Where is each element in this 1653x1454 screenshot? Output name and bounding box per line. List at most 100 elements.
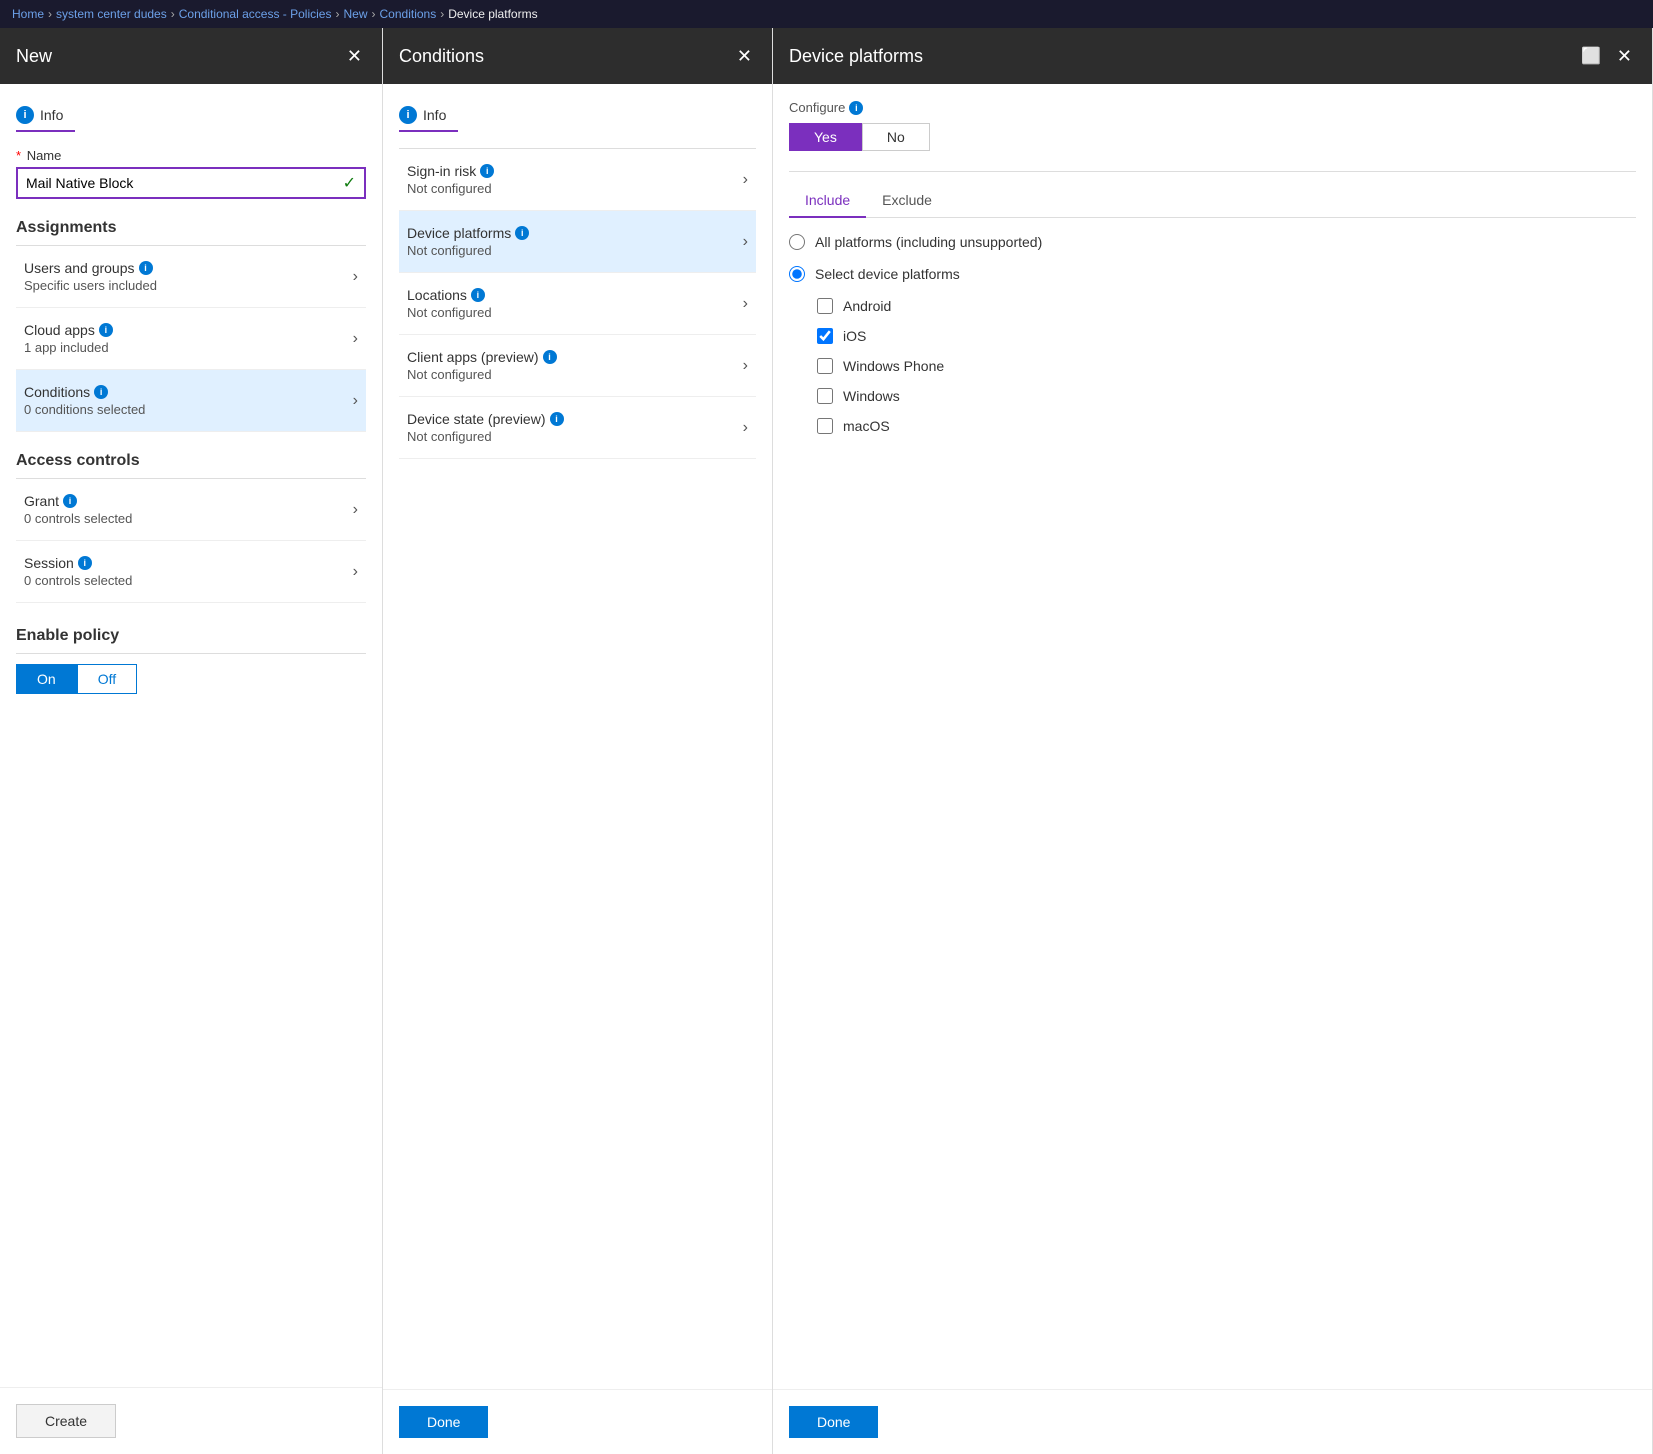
- session-info-icon: i: [78, 556, 92, 570]
- nav-users-title: Users and groups i: [24, 260, 157, 276]
- nav-client-sub: Not configured: [407, 367, 557, 382]
- assignments-heading: Assignments: [16, 219, 366, 237]
- enable-policy-heading: Enable policy: [16, 627, 366, 645]
- nav-device-sub: Not configured: [407, 243, 529, 258]
- name-field-label: * Name: [16, 148, 366, 163]
- nav-session[interactable]: Session i 0 controls selected ›: [16, 541, 366, 603]
- windows-phone-checkbox[interactable]: [817, 358, 833, 374]
- select-platforms-radio[interactable]: [789, 266, 805, 282]
- yes-button[interactable]: Yes: [789, 123, 862, 151]
- select-platforms-option: Select device platforms: [789, 266, 1636, 282]
- nav-session-title: Session i: [24, 555, 132, 571]
- nav-cloud-title: Cloud apps i: [24, 322, 113, 338]
- breadcrumb-sep-1: ›: [48, 7, 52, 21]
- breadcrumb-new[interactable]: New: [343, 7, 367, 21]
- enable-policy-row: On Off: [16, 664, 366, 694]
- toggle-off-btn[interactable]: Off: [77, 664, 137, 694]
- name-input[interactable]: [26, 175, 343, 191]
- breadcrumb: Home › system center dudes › Conditional…: [0, 0, 1653, 28]
- configure-info-icon: i: [849, 101, 863, 115]
- nav-locations[interactable]: Locations i Not configured ›: [399, 273, 756, 335]
- panel-right-body: Configure i Yes No Include Exclude All p…: [773, 84, 1652, 1389]
- no-button[interactable]: No: [862, 123, 930, 151]
- nav-locations-title: Locations i: [407, 287, 492, 303]
- info-tab-label-left: Info: [40, 107, 63, 123]
- nav-device-state[interactable]: Device state (preview) i Not configured …: [399, 397, 756, 459]
- cloud-info-icon: i: [99, 323, 113, 337]
- nav-conditions-sub: 0 conditions selected: [24, 402, 145, 417]
- check-icon: ✓: [343, 173, 356, 193]
- nav-session-content: Session i 0 controls selected: [24, 555, 132, 588]
- ios-checkbox[interactable]: [817, 328, 833, 344]
- info-tab-middle[interactable]: i Info: [399, 100, 458, 132]
- nav-users-groups[interactable]: Users and groups i Specific users includ…: [16, 246, 366, 308]
- configure-label: Configure i: [789, 100, 1636, 115]
- device-platforms-done-button[interactable]: Done: [789, 1406, 878, 1438]
- platform-android: Android: [817, 298, 1636, 314]
- nav-session-sub: 0 controls selected: [24, 573, 132, 588]
- panel-conditions-close[interactable]: ✕: [733, 42, 756, 71]
- nav-cloud-content: Cloud apps i 1 app included: [24, 322, 113, 355]
- panel-conditions-header: Conditions ✕: [383, 28, 772, 84]
- session-chevron-icon: ›: [353, 563, 358, 581]
- panel-new-footer: Create: [0, 1387, 382, 1454]
- panel-new-close[interactable]: ✕: [343, 42, 366, 71]
- macos-label: macOS: [843, 418, 890, 434]
- windows-checkbox[interactable]: [817, 388, 833, 404]
- all-platforms-radio[interactable]: [789, 234, 805, 250]
- nav-locations-content: Locations i Not configured: [407, 287, 492, 320]
- locations-info-icon: i: [471, 288, 485, 302]
- info-icon-middle: i: [399, 106, 417, 124]
- android-checkbox[interactable]: [817, 298, 833, 314]
- panel-right-close[interactable]: ✕: [1613, 42, 1636, 71]
- tab-include[interactable]: Include: [789, 184, 866, 218]
- macos-checkbox[interactable]: [817, 418, 833, 434]
- panel-new-header: New ✕: [0, 28, 382, 84]
- nav-conditions-content: Conditions i 0 conditions selected: [24, 384, 145, 417]
- nav-grant[interactable]: Grant i 0 controls selected ›: [16, 479, 366, 541]
- nav-device-platforms[interactable]: Device platforms i Not configured ›: [399, 211, 756, 273]
- conditions-chevron-icon: ›: [353, 392, 358, 410]
- access-controls-heading: Access controls: [16, 452, 366, 470]
- nav-client-apps[interactable]: Client apps (preview) i Not configured ›: [399, 335, 756, 397]
- breadcrumb-conditions[interactable]: Conditions: [380, 7, 437, 21]
- maximize-button[interactable]: ⬜: [1577, 42, 1605, 70]
- breadcrumb-sep-5: ›: [440, 7, 444, 21]
- breadcrumb-cap[interactable]: Conditional access - Policies: [179, 7, 332, 21]
- conditions-done-button[interactable]: Done: [399, 1406, 488, 1438]
- device-info-icon: i: [515, 226, 529, 240]
- nav-locations-sub: Not configured: [407, 305, 492, 320]
- users-chevron-icon: ›: [353, 268, 358, 286]
- info-icon-left: i: [16, 106, 34, 124]
- nav-cloud-apps[interactable]: Cloud apps i 1 app included ›: [16, 308, 366, 370]
- configure-label-row: Configure i: [789, 100, 1636, 115]
- locations-chevron-icon: ›: [743, 295, 748, 313]
- info-tab-left[interactable]: i Info: [16, 100, 75, 132]
- nav-device-title: Device platforms i: [407, 225, 529, 241]
- signin-chevron-icon: ›: [743, 171, 748, 189]
- platform-ios: iOS: [817, 328, 1636, 344]
- nav-signin-risk[interactable]: Sign-in risk i Not configured ›: [399, 149, 756, 211]
- panel-right-footer: Done: [773, 1389, 1652, 1454]
- panel-right-header: Device platforms ⬜ ✕: [773, 28, 1652, 84]
- platform-list: Android iOS Windows Phone Windows macOS: [817, 298, 1636, 434]
- nav-signin-title: Sign-in risk i: [407, 163, 494, 179]
- nav-client-content: Client apps (preview) i Not configured: [407, 349, 557, 382]
- nav-grant-title: Grant i: [24, 493, 132, 509]
- windows-label: Windows: [843, 388, 900, 404]
- create-button[interactable]: Create: [16, 1404, 116, 1438]
- toggle-on-btn[interactable]: On: [16, 664, 77, 694]
- tab-exclude[interactable]: Exclude: [866, 184, 948, 218]
- nav-device-state-sub: Not configured: [407, 429, 564, 444]
- conditions-info-icon: i: [94, 385, 108, 399]
- nav-users-sub: Specific users included: [24, 278, 157, 293]
- device-state-info-icon: i: [550, 412, 564, 426]
- nav-conditions[interactable]: Conditions i 0 conditions selected ›: [16, 370, 366, 432]
- device-chevron-icon: ›: [743, 233, 748, 251]
- nav-conditions-title: Conditions i: [24, 384, 145, 400]
- breadcrumb-scd[interactable]: system center dudes: [56, 7, 167, 21]
- breadcrumb-home[interactable]: Home: [12, 7, 44, 21]
- nav-users-content: Users and groups i Specific users includ…: [24, 260, 157, 293]
- nav-grant-sub: 0 controls selected: [24, 511, 132, 526]
- divider-enable: [16, 653, 366, 654]
